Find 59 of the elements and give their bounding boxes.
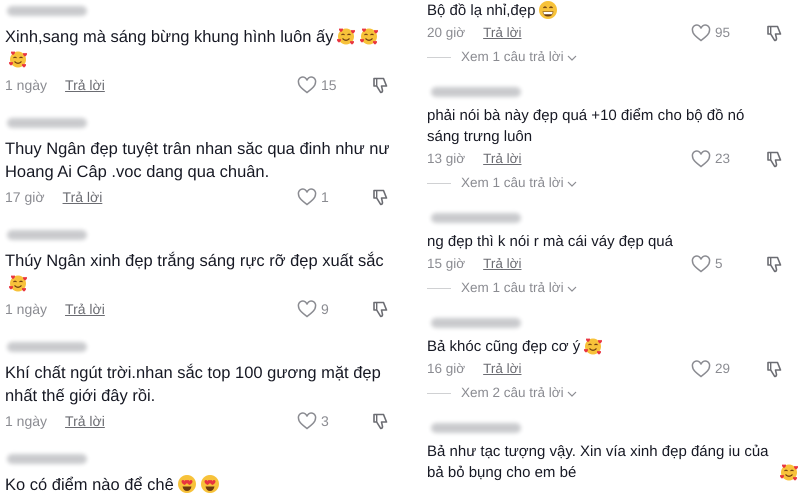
comment-text: Bả như tạc tượng vậy. Xin vía xinh đẹp đáng iu của bả bỏ bụng cho em bé	[427, 442, 770, 483]
heart-eyes-face-icon	[200, 474, 220, 494]
comment-text: phải nói bà này đẹp quá +10 điểm cho bộ đồ nó sáng trưng luôn	[427, 106, 746, 147]
smiling-face-with-hearts-icon	[8, 49, 28, 69]
reply-link[interactable]: Trả lời	[483, 148, 522, 170]
comment-time: 1 ngày	[5, 300, 48, 319]
smiling-face-with-hearts-icon	[583, 336, 604, 356]
like-icon[interactable]	[297, 300, 317, 318]
comment-time: 13 giờ	[427, 150, 466, 168]
like-icon[interactable]	[297, 188, 317, 206]
comment-time: 17 giờ	[5, 188, 45, 207]
chevron-down-icon	[566, 180, 577, 188]
like-count: 29	[715, 360, 732, 378]
reply-link[interactable]: Trả lời	[483, 254, 522, 274]
smiling-face-with-hearts-icon	[779, 462, 799, 482]
smiling-face-with-hearts-icon	[336, 26, 356, 46]
view-replies-link[interactable]: Xem 2 câu trả lời	[461, 383, 564, 404]
comment-time: 20 giờ	[427, 24, 466, 42]
comment-text: Ko có điểm nào để chê	[5, 476, 174, 494]
like-icon[interactable]	[297, 412, 317, 430]
like-count: 95	[715, 24, 732, 42]
like-count: 9	[321, 300, 330, 318]
chevron-down-icon	[566, 390, 577, 398]
smiling-face-with-hearts-icon	[8, 273, 28, 293]
comment-time: 16 giờ	[427, 360, 466, 378]
like-count: 15	[321, 76, 338, 94]
grinning-face-icon	[538, 0, 558, 20]
like-icon[interactable]	[691, 150, 711, 168]
comment-text: Bả khóc cũng đẹp cơ ý	[427, 337, 580, 357]
reply-link[interactable]: Trả lời	[65, 74, 105, 96]
comment-text: Thúy Ngân xinh đẹp trắng sáng rực rỡ đẹp xuất sắc	[5, 252, 384, 270]
chevron-down-icon	[566, 54, 577, 62]
reply-link[interactable]: Trả lời	[483, 22, 522, 44]
like-icon[interactable]	[691, 255, 711, 273]
view-replies-link[interactable]: Xem 1 câu trả lời	[461, 173, 564, 194]
comment-text: Thuy Ngân đẹp tuyệt trân nhan săc qua đinh như nư Hoang Ai Câp .voc dang qua chuân.	[5, 140, 390, 181]
chevron-down-icon	[566, 284, 577, 292]
view-replies-link[interactable]: Xem 1 câu trả lời	[461, 278, 564, 299]
comment-time: 15 giờ	[427, 254, 466, 273]
reply-link[interactable]: Trả lời	[483, 358, 522, 380]
heart-eyes-face-icon	[176, 474, 197, 494]
comment-time: 1 ngày	[5, 412, 48, 431]
like-icon[interactable]	[297, 76, 317, 94]
comment-time: 1 ngày	[5, 76, 48, 95]
like-icon[interactable]	[691, 360, 711, 378]
like-count: 23	[715, 150, 732, 168]
like-count: 5	[715, 254, 724, 273]
comment-text: Xinh,sang mà sáng bừng khung hình luôn ấy	[5, 28, 334, 46]
like-count: 1	[321, 188, 330, 206]
comment-text: Bộ đồ lạ nhỉ,đẹp	[427, 1, 536, 21]
reply-link[interactable]: Trả lời	[62, 186, 102, 208]
like-count: 3	[321, 412, 330, 430]
comment-text: ng đẹp thì k nói r mà cái váy đẹp quá	[427, 232, 673, 252]
view-replies-link[interactable]: Xem 1 câu trả lời	[461, 47, 564, 68]
like-icon[interactable]	[691, 24, 711, 42]
smiling-face-with-hearts-icon	[359, 26, 380, 46]
comment-text: Khí chất ngút trời.nhan sắc top 100 gương mặt đẹp nhất thế giới đây rồi.	[5, 364, 381, 405]
reply-link[interactable]: Trả lời	[65, 298, 105, 320]
reply-link[interactable]: Trả lời	[65, 410, 105, 432]
